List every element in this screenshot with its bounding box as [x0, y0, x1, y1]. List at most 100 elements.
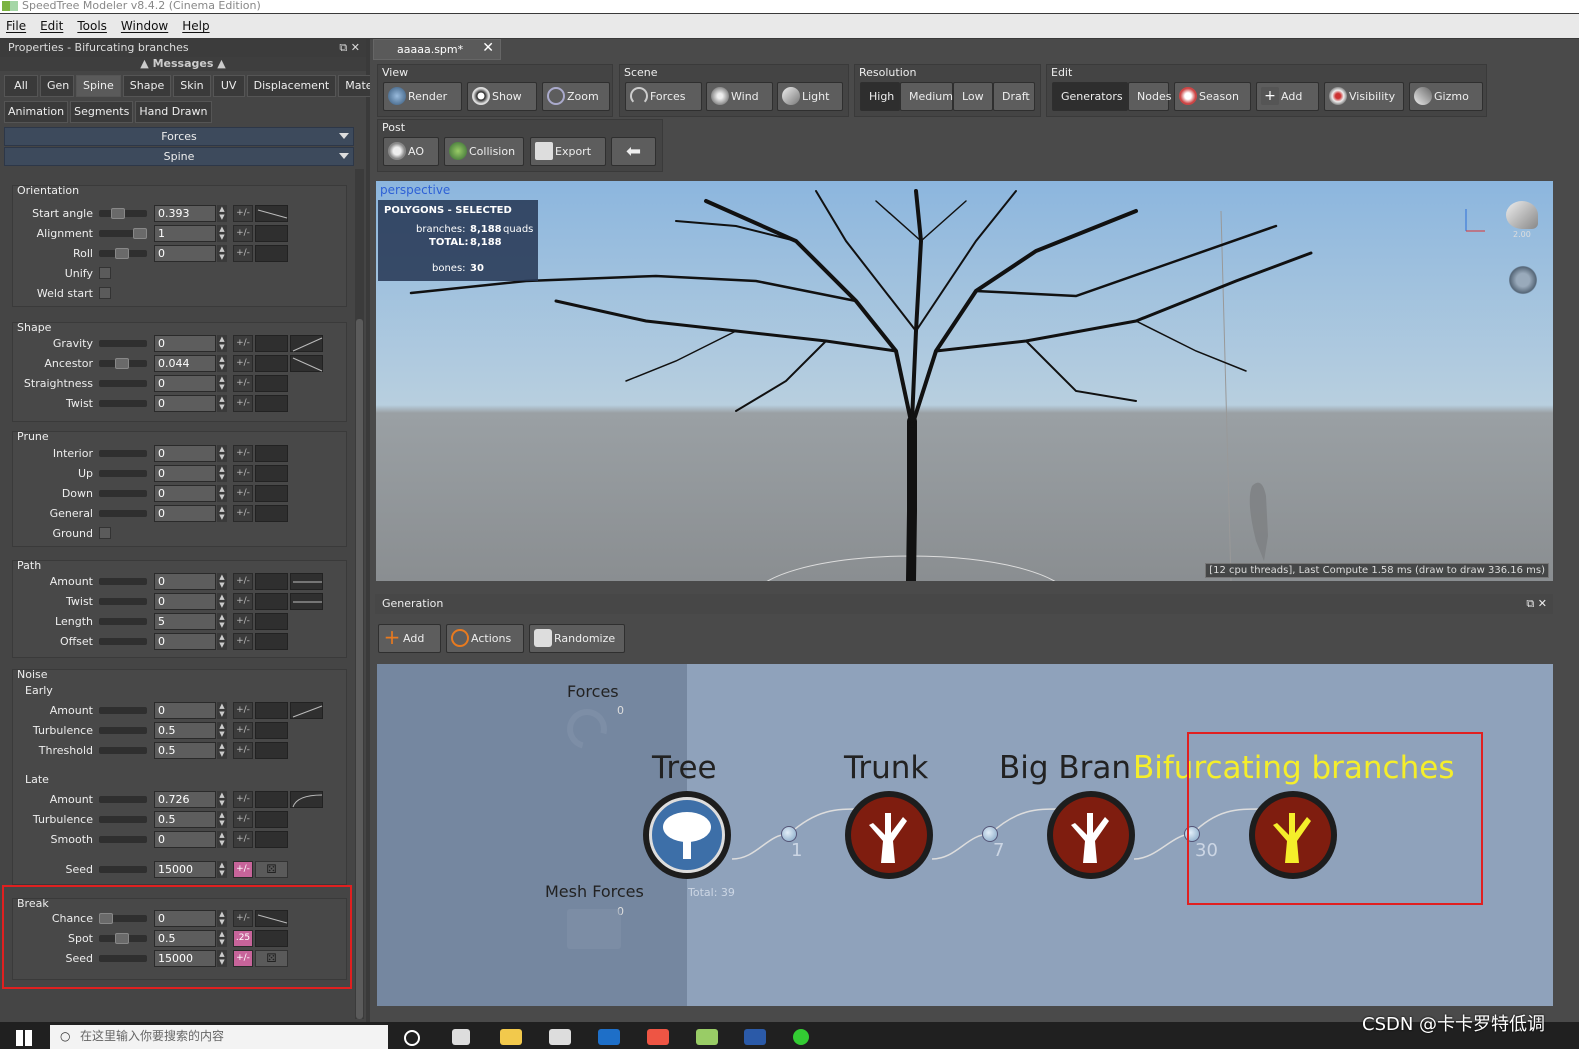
slider[interactable] — [99, 470, 147, 477]
tab-hand-drawn[interactable]: Hand Drawn — [135, 101, 212, 123]
spinner-icon[interactable]: ▲ ▼ — [217, 465, 227, 482]
tab-displacement[interactable]: Displacement — [246, 75, 337, 97]
spinner-icon[interactable]: ▲ ▼ — [217, 395, 227, 412]
value-field[interactable]: 0 — [154, 465, 216, 482]
ao-button[interactable]: AO — [383, 137, 439, 166]
wind-direction-icon[interactable] — [1509, 263, 1537, 297]
curve-editor[interactable] — [255, 613, 288, 630]
menu-tools[interactable]: Tools — [77, 19, 107, 33]
slider[interactable] — [99, 248, 147, 259]
menu-help[interactable]: Help — [182, 19, 209, 33]
value-field[interactable]: 0 — [154, 395, 216, 412]
slider[interactable] — [99, 228, 147, 239]
close-tab-icon[interactable]: ✕ — [482, 39, 494, 58]
slider-knob[interactable] — [111, 208, 125, 219]
tab-gen[interactable]: Gen — [40, 75, 74, 97]
spinner-icon[interactable]: ▲ ▼ — [217, 831, 227, 848]
slider[interactable] — [99, 450, 147, 457]
variance-button[interactable]: +/- — [233, 573, 253, 590]
slider[interactable] — [99, 380, 147, 387]
curve-editor[interactable] — [255, 485, 288, 502]
spine-dropdown[interactable]: Spine — [4, 147, 354, 166]
spinner-icon[interactable]: ▲ ▼ — [217, 613, 227, 630]
variance-button[interactable]: +/- — [233, 811, 253, 828]
value-field[interactable]: 0.5 — [154, 811, 216, 828]
curve-editor[interactable] — [255, 465, 288, 482]
visibility-button[interactable]: Visibility — [1324, 82, 1404, 111]
messages-bar[interactable]: ▲ Messages ▲ — [0, 57, 366, 71]
value-field[interactable]: 0.044 — [154, 355, 216, 372]
curve-editor[interactable] — [255, 225, 288, 242]
slider[interactable] — [99, 400, 147, 407]
spinner-icon[interactable]: ▲ ▼ — [217, 225, 227, 242]
tab-all[interactable]: All — [4, 75, 38, 97]
mail-icon[interactable] — [598, 1029, 620, 1045]
curve-editor[interactable] — [290, 573, 323, 590]
menu-file[interactable]: File — [6, 19, 26, 33]
value-field[interactable]: 0 — [154, 445, 216, 462]
show-button[interactable]: Show — [467, 82, 537, 111]
variance-button[interactable]: +/- — [233, 722, 253, 739]
slider-knob[interactable] — [133, 228, 147, 239]
value-field[interactable]: 0 — [154, 633, 216, 650]
generators-button[interactable]: Generators — [1052, 82, 1128, 111]
variance-button[interactable]: +/- — [233, 445, 253, 462]
variance-button[interactable]: +/- — [233, 861, 253, 878]
resolution-medium-button[interactable]: Medium — [900, 82, 953, 111]
curve-editor[interactable] — [255, 831, 288, 848]
cortana-icon[interactable] — [404, 1030, 420, 1046]
curve-editor[interactable] — [290, 355, 323, 372]
forces-dropdown[interactable]: Forces — [4, 127, 354, 146]
curve-editor[interactable] — [290, 593, 323, 610]
chrome-icon[interactable] — [647, 1029, 669, 1045]
spinner-icon[interactable]: ▲ ▼ — [217, 722, 227, 739]
randomize-button[interactable]: Randomize — [529, 624, 625, 653]
slider[interactable] — [99, 618, 147, 625]
gen-add-button[interactable]: + Add — [378, 624, 441, 653]
variance-button[interactable]: +/- — [233, 593, 253, 610]
slider[interactable] — [99, 707, 147, 714]
spinner-icon[interactable]: ▲ ▼ — [217, 593, 227, 610]
variance-button[interactable]: +/- — [233, 465, 253, 482]
close-icon[interactable]: ✕ — [351, 41, 360, 54]
spinner-icon[interactable]: ▲ ▼ — [217, 355, 227, 372]
value-field[interactable]: 0.5 — [154, 722, 216, 739]
light-icon[interactable] — [1506, 201, 1538, 229]
slider[interactable] — [99, 510, 147, 517]
ground-checkbox[interactable] — [99, 527, 111, 539]
slider[interactable] — [99, 598, 147, 605]
properties-scroll-thumb[interactable] — [356, 319, 363, 1019]
slider[interactable] — [99, 836, 147, 843]
tab-skin[interactable]: Skin — [173, 75, 211, 97]
variance-button[interactable]: +/- — [233, 225, 253, 242]
word-icon[interactable] — [744, 1029, 766, 1045]
variance-button[interactable]: +/- — [233, 791, 253, 808]
value-field[interactable]: 1 — [154, 225, 216, 242]
float-icon[interactable]: ⧉ — [1526, 597, 1534, 610]
slider-knob[interactable] — [115, 358, 129, 369]
value-field[interactable]: 0 — [154, 335, 216, 352]
task-view-icon[interactable] — [452, 1029, 470, 1045]
slider[interactable] — [99, 747, 147, 754]
slider[interactable] — [99, 866, 147, 873]
spinner-icon[interactable]: ▲ ▼ — [217, 375, 227, 392]
spinner-icon[interactable]: ▲ ▼ — [217, 742, 227, 759]
light-button[interactable]: Light — [777, 82, 843, 111]
document-tab[interactable]: aaaaa.spm* ✕ — [373, 39, 501, 60]
resolution-low-button[interactable]: Low — [953, 82, 993, 111]
taskbar-search[interactable]: ○ 在这里输入你要搜索的内容 — [50, 1025, 388, 1049]
resolution-high-button[interactable]: High — [860, 82, 900, 111]
variance-button[interactable]: +/- — [233, 245, 253, 262]
curve-editor[interactable] — [255, 395, 288, 412]
curve-editor[interactable] — [255, 593, 288, 610]
windows-start-icon[interactable] — [16, 1030, 32, 1046]
tab-animation[interactable]: Animation — [4, 101, 69, 123]
forces-button[interactable]: Forces — [625, 82, 702, 111]
curve-editor[interactable] — [255, 791, 288, 808]
value-field[interactable]: 0 — [154, 485, 216, 502]
close-icon[interactable]: ✕ — [1538, 597, 1547, 610]
variance-button[interactable]: +/- — [233, 355, 253, 372]
add-button[interactable]: + Add — [1256, 82, 1319, 111]
curve-editor[interactable] — [290, 702, 323, 719]
spinner-icon[interactable]: ▲ ▼ — [217, 633, 227, 650]
